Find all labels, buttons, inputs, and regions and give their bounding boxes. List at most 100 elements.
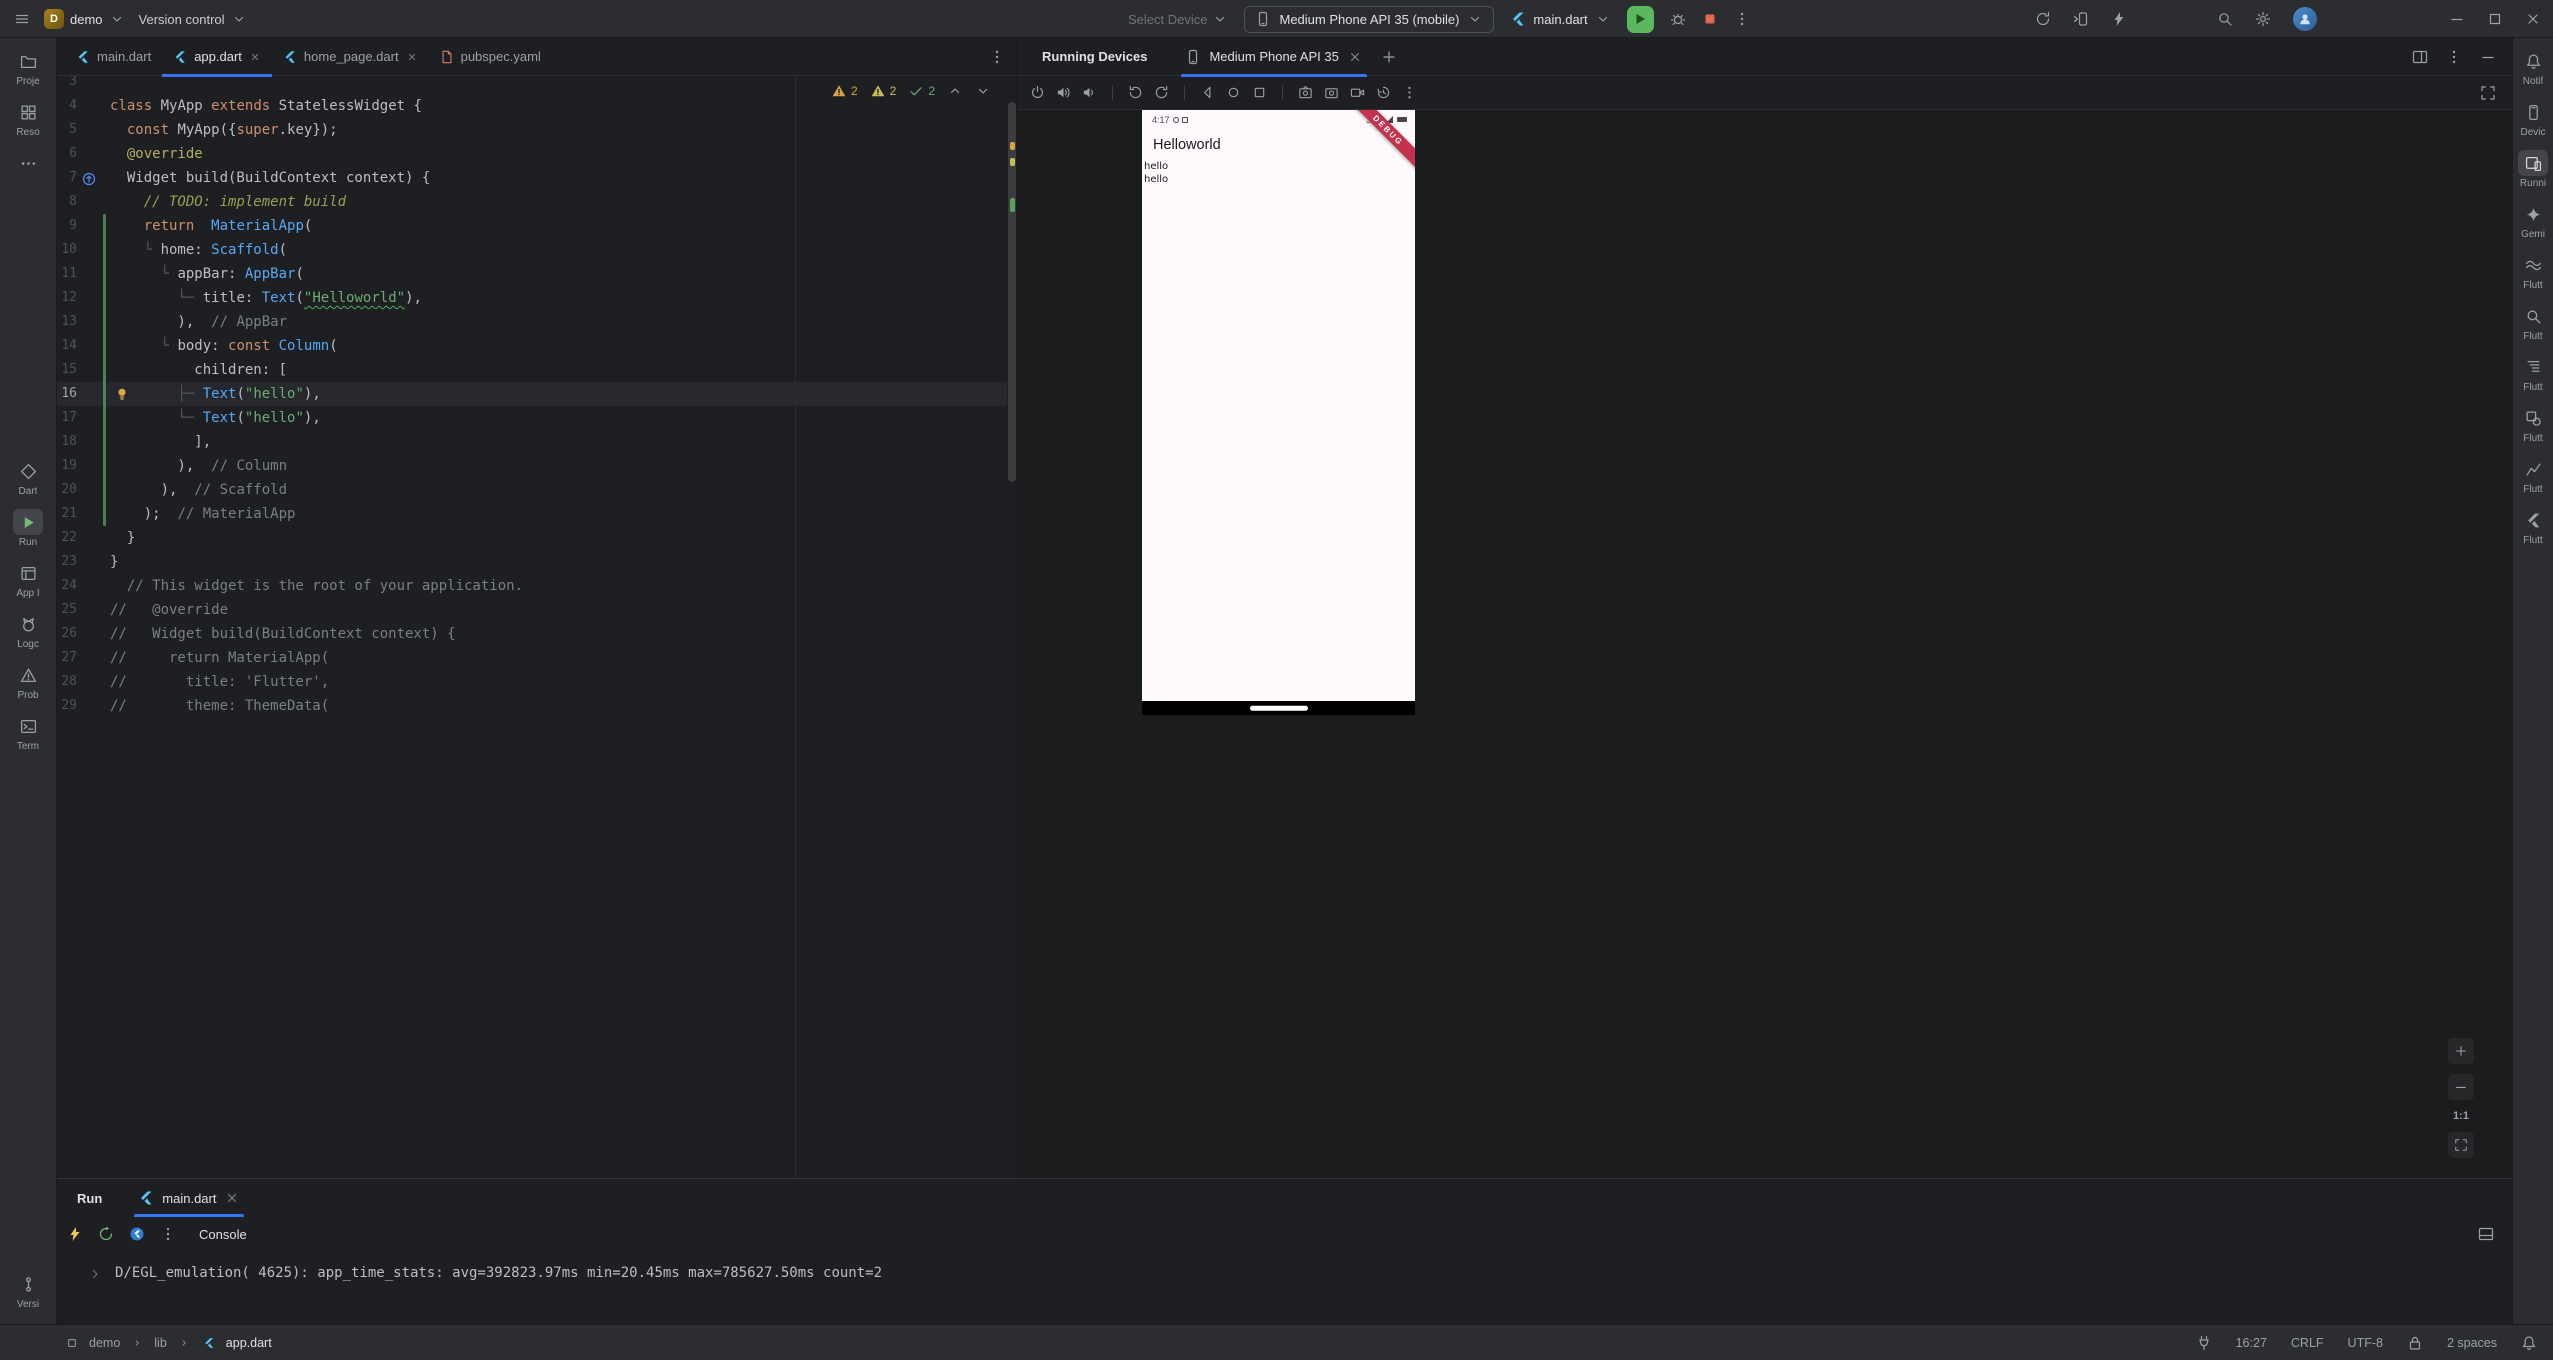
code-line-9[interactable]: 9 return MaterialApp( <box>57 214 1017 238</box>
code-line-27[interactable]: 27// return MaterialApp( <box>57 646 1017 670</box>
line-separator[interactable]: CRLF <box>2291 1336 2324 1350</box>
tool-more-tools[interactable] <box>0 144 56 182</box>
prev-problem-icon[interactable] <box>947 83 963 99</box>
volume-down-icon[interactable] <box>1082 85 1097 100</box>
run-tab-main-dart[interactable]: main.dart <box>130 1179 248 1217</box>
code-line-5[interactable]: 5 const MyApp({super.key}); <box>57 118 1017 142</box>
select-device-dropdown[interactable]: Select Device <box>1128 11 1228 27</box>
editor-tab-app.dart[interactable]: app.dart <box>162 38 272 76</box>
home-icon[interactable] <box>1226 85 1241 100</box>
close-run-tab-icon[interactable] <box>224 1190 240 1206</box>
tool-project[interactable]: Proje <box>0 42 56 93</box>
tool-logcat[interactable]: Logc <box>0 605 56 656</box>
editor-tab-pubspec.yaml[interactable]: pubspec.yaml <box>429 38 552 76</box>
tool-flutter-inspector[interactable]: Flutt <box>2513 399 2553 450</box>
code-line-29[interactable]: 29// theme: ThemeData( <box>57 694 1017 718</box>
code-line-20[interactable]: 20 ), // Scaffold <box>57 478 1017 502</box>
breadcrumb-lib[interactable]: lib <box>154 1336 167 1350</box>
tool-flutter-deep-links[interactable]: Flutt <box>2513 297 2553 348</box>
console-output[interactable]: D/EGL_emulation( 4625): app_time_stats: … <box>57 1251 2512 1281</box>
code-line-8[interactable]: 8 // TODO: implement build <box>57 190 1017 214</box>
editor-tab-main.dart[interactable]: main.dart <box>65 38 162 76</box>
code-line-14[interactable]: 14 └ body: const Column( <box>57 334 1017 358</box>
code-line-18[interactable]: 18 ], <box>57 430 1017 454</box>
window-close-button[interactable] <box>2525 11 2541 27</box>
close-device-icon[interactable] <box>1347 49 1363 65</box>
more-actions-icon[interactable] <box>1734 11 1750 27</box>
indent-setting[interactable]: 2 spaces <box>2447 1336 2497 1350</box>
code-line-24[interactable]: 24 // This widget is the root of your ap… <box>57 574 1017 598</box>
tool-flutter-performance[interactable]: Flutt <box>2513 246 2553 297</box>
code-line-17[interactable]: 17 └─ Text("hello"), <box>57 406 1017 430</box>
tool-flutter-frames[interactable]: Flutt <box>2513 450 2553 501</box>
record-icon[interactable] <box>1350 85 1365 100</box>
hot-restart-icon[interactable] <box>98 1226 114 1242</box>
restore-icon[interactable] <box>1376 85 1391 100</box>
code-line-13[interactable]: 13 ), // AppBar <box>57 310 1017 334</box>
panel-options-icon[interactable] <box>2446 49 2462 65</box>
tool-flutter-outline[interactable]: Flutt <box>2513 348 2553 399</box>
emulator-screen[interactable]: 4:17 3G ↕ Helloworld hellohello DEBUG <box>1142 110 1415 715</box>
debug-button[interactable] <box>1670 11 1686 27</box>
back-icon[interactable] <box>1200 85 1215 100</box>
device-tab[interactable]: Medium Phone API 35 <box>1175 38 1372 76</box>
notifications-icon[interactable] <box>2521 1335 2537 1351</box>
add-device-icon[interactable] <box>1381 49 1397 65</box>
run-config-selector[interactable]: main.dart <box>1510 11 1610 27</box>
window-minimize-button[interactable] <box>2449 11 2465 27</box>
tool-notifications[interactable]: Notif <box>2513 42 2553 93</box>
project-widget[interactable]: D demo <box>44 9 125 29</box>
code-line-26[interactable]: 26// Widget build(BuildContext context) … <box>57 622 1017 646</box>
tool-app-inspection[interactable]: App I <box>0 554 56 605</box>
close-tab-icon[interactable] <box>249 51 261 63</box>
code-line-21[interactable]: 21 ); // MaterialApp <box>57 502 1017 526</box>
code-line-28[interactable]: 28// title: 'Flutter', <box>57 670 1017 694</box>
stop-button[interactable] <box>1702 11 1718 27</box>
tool-device-manager[interactable]: Devic <box>2513 93 2553 144</box>
close-tab-icon[interactable] <box>406 51 418 63</box>
main-menu-icon[interactable] <box>14 11 30 27</box>
code-line-25[interactable]: 25// @override <box>57 598 1017 622</box>
tool-version-control[interactable]: Versi <box>0 1265 56 1316</box>
code-line-11[interactable]: 11 └ appBar: AppBar( <box>57 262 1017 286</box>
tool-flutter-attach[interactable]: Flutt <box>2513 501 2553 552</box>
zoom-in-button[interactable] <box>2448 1038 2474 1064</box>
editor-options-icon[interactable] <box>989 49 1005 65</box>
code-line-10[interactable]: 10 └ home: Scaffold( <box>57 238 1017 262</box>
zoom-reset-button[interactable]: 1:1 <box>2453 1110 2469 1122</box>
zoom-out-button[interactable] <box>2448 1074 2474 1100</box>
overview-icon[interactable] <box>1252 85 1267 100</box>
device-frame-icon[interactable] <box>2480 85 2496 101</box>
hide-panel-icon[interactable] <box>2480 49 2496 65</box>
cursor-position[interactable]: 16:27 <box>2236 1336 2267 1350</box>
tool-gemini[interactable]: Gemi <box>2513 195 2553 246</box>
code-line-16[interactable]: 16 ├─ Text("hello"), <box>57 382 1017 406</box>
tool-running-devices[interactable]: Runni <box>2513 144 2553 195</box>
editor-scrollbar[interactable] <box>1007 76 1017 1178</box>
split-view-icon[interactable] <box>2412 49 2428 65</box>
tool-problems[interactable]: Prob <box>0 656 56 707</box>
intention-bulb-icon[interactable] <box>114 386 130 402</box>
code-line-22[interactable]: 22 } <box>57 526 1017 550</box>
tool-terminal[interactable]: Term <box>0 707 56 758</box>
code-line-6[interactable]: 6 @override <box>57 142 1017 166</box>
profiler-icon[interactable] <box>2111 11 2127 27</box>
console-tab-label[interactable]: Console <box>199 1227 247 1242</box>
code-line-15[interactable]: 15 children: [ <box>57 358 1017 382</box>
mirror-device-icon[interactable] <box>2073 11 2089 27</box>
more-v-icon[interactable] <box>1402 85 1417 100</box>
console-layout-icon[interactable] <box>2478 1226 2494 1242</box>
run-button[interactable] <box>1627 6 1654 33</box>
window-maximize-button[interactable] <box>2487 11 2503 27</box>
search-everywhere-icon[interactable] <box>2217 11 2233 27</box>
tool-dart-analysis[interactable]: Dart <box>0 452 56 503</box>
breadcrumb-project[interactable]: demo <box>89 1336 120 1350</box>
zoom-fit-button[interactable] <box>2448 1132 2474 1158</box>
user-avatar[interactable] <box>2293 7 2317 31</box>
rotate-right-icon[interactable] <box>1154 85 1169 100</box>
code-line-12[interactable]: 12 └─ title: Text("Helloworld"), <box>57 286 1017 310</box>
camera-icon[interactable] <box>1324 85 1339 100</box>
breadcrumb-file[interactable]: app.dart <box>226 1336 272 1350</box>
tool-resources[interactable]: Reso <box>0 93 56 144</box>
rotate-left-icon[interactable] <box>1128 85 1143 100</box>
